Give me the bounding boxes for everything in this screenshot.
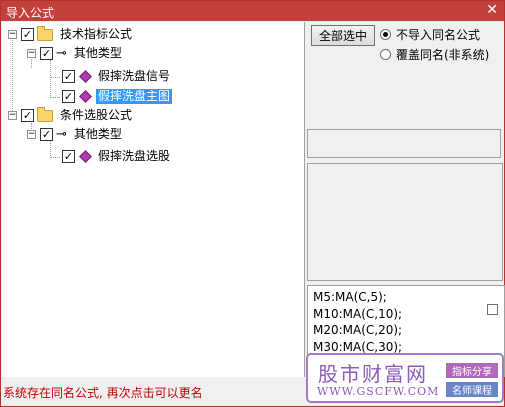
tree-node-label: 假摔洗盘信号 bbox=[98, 69, 171, 83]
radio-no-import[interactable]: 不导入同名公式 bbox=[380, 26, 480, 42]
tree-node-formula[interactable]: ✓ 假摔洗盘信号 bbox=[62, 68, 172, 85]
collapse-icon[interactable]: − bbox=[8, 30, 17, 39]
tree-connector bbox=[50, 60, 51, 98]
diamond-icon bbox=[79, 150, 92, 163]
status-message: 系统存在同名公式, 再次点击可以更名 bbox=[3, 386, 203, 400]
tree-connector bbox=[50, 157, 60, 158]
formula-code: M5:MA(C,5); M10:MA(C,10); M20:MA(C,20); … bbox=[313, 289, 402, 355]
tree-node-label: 假摔洗盘选股 bbox=[98, 149, 171, 163]
collapse-icon[interactable]: − bbox=[27, 49, 36, 58]
radio-label: 不导入同名公式 bbox=[396, 27, 481, 42]
tree-checkbox[interactable]: ✓ bbox=[62, 70, 75, 83]
watermark-name: 股市财富网 bbox=[318, 362, 428, 386]
select-all-button[interactable]: 全部选中 bbox=[311, 25, 375, 46]
folder-icon bbox=[37, 26, 53, 41]
tree-node-formula[interactable]: ✓ 假摔洗盘选股 bbox=[62, 148, 172, 165]
watermark-url: WWW.GSCFW.COM bbox=[317, 385, 440, 398]
tree-checkbox[interactable]: ✓ bbox=[40, 128, 53, 141]
radio-label: 覆盖同名(非系统) bbox=[396, 47, 490, 62]
formula-tree[interactable]: − ✓ 技术指标公式 − ✓ ⊸ 其他类型 ✓ 假摔洗盘信号 ✓ 假摔洗盘主图 … bbox=[2, 22, 305, 377]
info-panel bbox=[307, 129, 501, 158]
tree-checkbox[interactable]: ✓ bbox=[62, 150, 75, 163]
tree-node-label: 其他类型 bbox=[73, 46, 122, 60]
radio-overwrite[interactable]: 覆盖同名(非系统) bbox=[380, 46, 489, 62]
formula-line: M5:MA(C,5); bbox=[313, 290, 387, 304]
tree-checkbox[interactable]: ✓ bbox=[62, 90, 75, 103]
watermark-tag: 名师课程 bbox=[446, 382, 498, 397]
tree-checkbox[interactable]: ✓ bbox=[21, 28, 34, 41]
diamond-icon bbox=[79, 90, 92, 103]
import-formula-dialog: 导入公式 ✕ − ✓ 技术指标公式 − ✓ ⊸ 其他类型 ✓ 假摔洗盘信号 ✓ … bbox=[0, 0, 505, 407]
close-icon[interactable]: ✕ bbox=[486, 2, 498, 19]
tree-node-label: 条件选股公式 bbox=[60, 108, 133, 122]
tree-checkbox[interactable]: ✓ bbox=[40, 47, 53, 60]
diamond-icon bbox=[79, 70, 92, 83]
tree-checkbox[interactable]: ✓ bbox=[21, 109, 34, 122]
tree-connector bbox=[50, 97, 60, 98]
formula-line: M20:MA(C,20); bbox=[313, 323, 403, 337]
tree-node-other-types[interactable]: − ✓ ⊸ 其他类型 bbox=[27, 45, 124, 62]
tree-connector bbox=[50, 77, 60, 78]
key-icon: ⊸ bbox=[56, 127, 67, 142]
formula-line: M10:MA(C,10); bbox=[313, 306, 403, 321]
tree-node-other-types[interactable]: − ✓ ⊸ 其他类型 bbox=[27, 126, 124, 143]
radio-button[interactable] bbox=[380, 48, 391, 60]
collapse-icon[interactable]: − bbox=[8, 111, 17, 120]
watermark-logo: 股市财富网 WWW.GSCFW.COM 指标分享 名师课程 bbox=[306, 353, 504, 403]
radio-button[interactable] bbox=[380, 28, 391, 40]
tree-node-label: 其他类型 bbox=[73, 127, 122, 141]
collapse-icon[interactable]: − bbox=[27, 130, 36, 139]
preview-checkbox[interactable] bbox=[487, 304, 498, 315]
tree-connector bbox=[12, 35, 13, 113]
tree-node-formula[interactable]: ✓ 假摔洗盘主图 bbox=[62, 88, 173, 105]
key-icon: ⊸ bbox=[56, 46, 67, 61]
tree-node-label: 技术指标公式 bbox=[60, 27, 133, 41]
tree-node-tech-indicators[interactable]: − ✓ 技术指标公式 bbox=[8, 26, 134, 43]
watermark-tag: 指标分享 bbox=[446, 363, 498, 378]
description-panel bbox=[307, 163, 503, 281]
tree-node-stock-screening[interactable]: − ✓ 条件选股公式 bbox=[8, 107, 134, 124]
tree-node-label: 假摔洗盘主图 bbox=[96, 89, 173, 104]
folder-icon bbox=[37, 107, 53, 122]
title-bar[interactable]: 导入公式 ✕ bbox=[1, 1, 504, 21]
window-title: 导入公式 bbox=[6, 6, 55, 20]
